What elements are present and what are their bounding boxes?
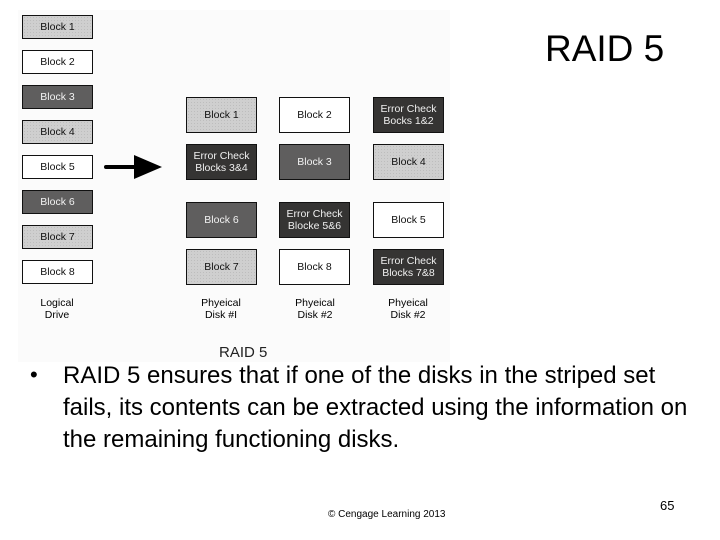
disk1-label: Phyeical Disk #I <box>201 297 241 321</box>
disk3-block-1: Error Check Bocks 1&2 <box>373 97 444 133</box>
figure-caption: RAID 5 <box>219 344 268 361</box>
disk2-block-1: Block 2 <box>279 97 350 133</box>
bullet-text: RAID 5 ensures that if one of the disks … <box>63 362 688 453</box>
logical-block-6: Block 6 <box>22 190 93 214</box>
disk1-block-1: Block 1 <box>186 97 257 133</box>
logical-block-8: Block 8 <box>22 260 93 284</box>
disk2-label: Phyeical Disk #2 <box>295 297 335 321</box>
logical-drive-label: Logical Drive <box>40 297 74 321</box>
logical-block-1: Block 1 <box>22 15 93 39</box>
page-number: 65 <box>660 498 675 513</box>
disk2-block-2: Block 3 <box>279 144 350 180</box>
logical-block-3: Block 3 <box>22 85 93 109</box>
disk2-block-3: Error Check Blocke 5&6 <box>279 202 350 238</box>
disk2-block-4: Block 8 <box>279 249 350 285</box>
disk1-block-3: Block 6 <box>186 202 257 238</box>
logical-block-5: Block 5 <box>22 155 93 179</box>
bullet-icon: • <box>30 362 38 387</box>
disk3-block-4: Error Check Blocks 7&8 <box>373 249 444 285</box>
disk3-block-2: Block 4 <box>373 144 444 180</box>
logical-block-7: Block 7 <box>22 225 93 249</box>
copyright-footer: © Cengage Learning 2013 <box>328 509 446 520</box>
disk1-block-2: Error Check Blocks 3&4 <box>186 144 257 180</box>
logical-block-2: Block 2 <box>22 50 93 74</box>
disk3-block-3: Block 5 <box>373 202 444 238</box>
slide-title: RAID 5 <box>545 28 665 69</box>
right-arrow-icon <box>104 155 162 179</box>
disk1-block-4: Block 7 <box>186 249 257 285</box>
logical-block-4: Block 4 <box>22 120 93 144</box>
disk3-label: Phyeical Disk #2 <box>388 297 428 321</box>
